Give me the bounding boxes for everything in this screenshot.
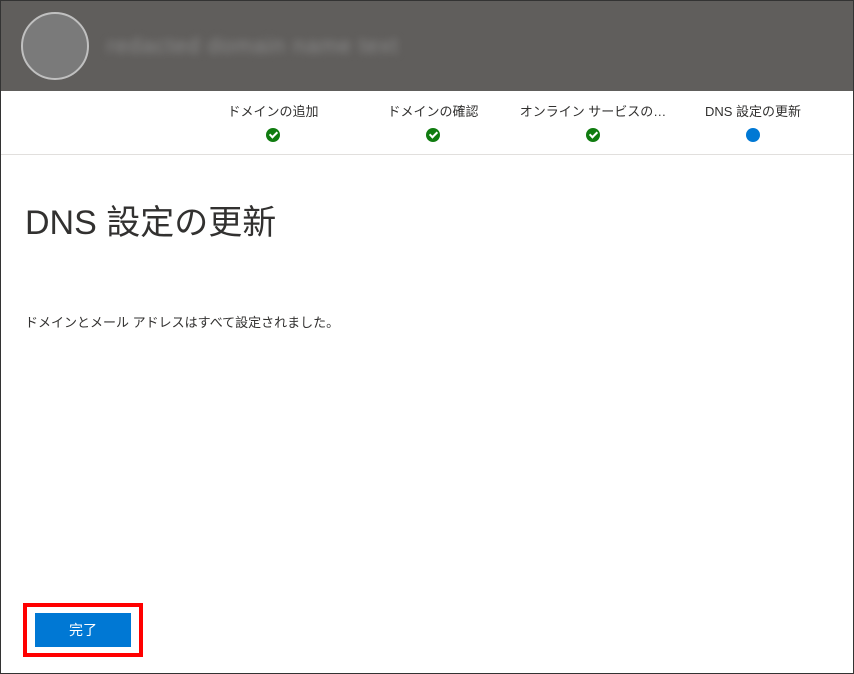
highlight-annotation: 完了 xyxy=(23,603,143,657)
page-message: ドメインとメール アドレスはすべて設定されました。 xyxy=(25,312,829,331)
header-bar: redacted domain name text xyxy=(1,1,853,91)
step-indicator xyxy=(673,128,833,142)
step-indicator xyxy=(513,128,673,142)
check-icon xyxy=(586,128,600,142)
step-label: オンライン サービスの… xyxy=(513,101,673,120)
step-indicator xyxy=(353,128,513,142)
step-label: DNS 設定の更新 xyxy=(673,101,833,120)
check-icon xyxy=(266,128,280,142)
page-title: DNS 設定の更新 xyxy=(25,195,829,244)
avatar xyxy=(21,12,89,80)
finish-button[interactable]: 完了 xyxy=(35,613,131,647)
step-online-services: オンライン サービスの… xyxy=(513,101,673,142)
main-content: DNS 設定の更新 ドメインとメール アドレスはすべて設定されました。 xyxy=(1,155,853,351)
header-title-obscured: redacted domain name text xyxy=(107,33,399,59)
check-icon xyxy=(426,128,440,142)
wizard-steps: ドメインの追加 ドメインの確認 オンライン サービスの… DNS 設定の更新 xyxy=(1,91,853,155)
step-add-domain: ドメインの追加 xyxy=(193,101,353,142)
step-dns-update: DNS 設定の更新 xyxy=(673,101,833,142)
active-step-icon xyxy=(746,128,760,142)
step-indicator xyxy=(193,128,353,142)
step-label: ドメインの追加 xyxy=(193,101,353,120)
footer: 完了 xyxy=(23,603,143,657)
step-label: ドメインの確認 xyxy=(353,101,513,120)
step-verify-domain: ドメインの確認 xyxy=(353,101,513,142)
